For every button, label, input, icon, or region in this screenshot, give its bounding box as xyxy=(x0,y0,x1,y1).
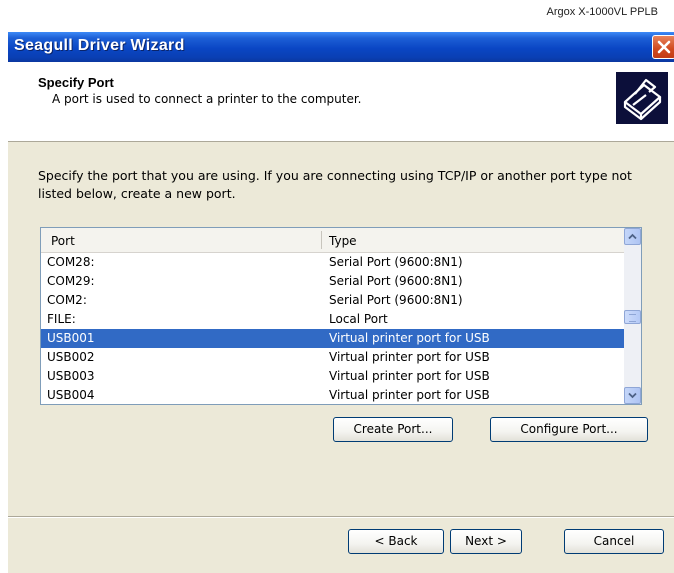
port-list-header: Port Type xyxy=(41,228,624,253)
close-icon xyxy=(657,40,671,54)
port-list[interactable]: Port Type COM28: Serial Port (9600:8N1) CO… xyxy=(40,227,642,405)
vertical-scrollbar[interactable] xyxy=(624,228,641,404)
wizard-window: Seagull Driver Wizard Specify Port A por… xyxy=(8,32,674,573)
page-subtitle: A port is used to connect a printer to t… xyxy=(52,92,362,106)
next-button[interactable]: Next > xyxy=(450,529,522,554)
column-header-type[interactable]: Type xyxy=(329,234,357,248)
port-row[interactable]: COM28: Serial Port (9600:8N1) xyxy=(41,253,624,272)
port-type-cell: Local Port xyxy=(329,312,388,326)
cancel-button[interactable]: Cancel xyxy=(564,529,664,554)
port-type-cell: Serial Port (9600:8N1) xyxy=(329,255,463,269)
scroll-up-button[interactable] xyxy=(624,228,641,245)
scroll-down-button[interactable] xyxy=(624,387,641,404)
footer-separator xyxy=(8,516,674,518)
port-row[interactable]: COM2: Serial Port (9600:8N1) xyxy=(41,291,624,310)
port-name-cell: COM29: xyxy=(47,274,95,288)
port-name-cell: FILE: xyxy=(47,312,76,326)
document-caption: Argox X-1000VL PPLB xyxy=(546,6,659,18)
port-name-cell: COM2: xyxy=(47,293,87,307)
close-button[interactable] xyxy=(652,35,674,59)
scroll-thumb[interactable] xyxy=(624,310,641,324)
port-row[interactable]: FILE: Local Port xyxy=(41,310,624,329)
port-name-cell: USB002 xyxy=(47,350,95,364)
port-row[interactable]: USB004 Virtual printer port for USB xyxy=(41,386,624,404)
port-type-cell: Virtual printer port for USB xyxy=(329,331,490,345)
back-button[interactable]: < Back xyxy=(348,529,444,554)
port-type-cell: Virtual printer port for USB xyxy=(329,388,490,402)
wizard-header: Specify Port A port is used to connect a… xyxy=(8,62,674,142)
port-name-cell: USB001 xyxy=(47,331,95,345)
printer-icon xyxy=(616,72,668,124)
instruction-text: Specify the port that you are using. If … xyxy=(38,168,632,201)
page-title: Specify Port xyxy=(38,75,114,90)
port-name-cell: USB004 xyxy=(47,388,95,402)
column-divider[interactable] xyxy=(321,231,322,249)
port-type-cell: Serial Port (9600:8N1) xyxy=(329,274,463,288)
port-row[interactable]: COM29: Serial Port (9600:8N1) xyxy=(41,272,624,291)
title-bar[interactable]: Seagull Driver Wizard xyxy=(8,32,674,62)
port-row[interactable]: USB002 Virtual printer port for USB xyxy=(41,348,624,367)
window-title: Seagull Driver Wizard xyxy=(14,37,185,54)
create-port-button[interactable]: Create Port... xyxy=(333,417,453,442)
port-name-cell: USB003 xyxy=(47,369,95,383)
chevron-down-icon xyxy=(628,392,637,399)
column-header-port[interactable]: Port xyxy=(51,234,75,248)
port-row[interactable]: USB001 Virtual printer port for USB xyxy=(41,329,624,348)
port-type-cell: Virtual printer port for USB xyxy=(329,369,490,383)
port-type-cell: Serial Port (9600:8N1) xyxy=(329,293,463,307)
port-rows: COM28: Serial Port (9600:8N1) COM29: Serial… xyxy=(41,253,624,404)
port-type-cell: Virtual printer port for USB xyxy=(329,350,490,364)
configure-port-button[interactable]: Configure Port... xyxy=(490,417,648,442)
port-name-cell: COM28: xyxy=(47,255,95,269)
chevron-up-icon xyxy=(628,233,637,240)
port-row[interactable]: USB003 Virtual printer port for USB xyxy=(41,367,624,386)
